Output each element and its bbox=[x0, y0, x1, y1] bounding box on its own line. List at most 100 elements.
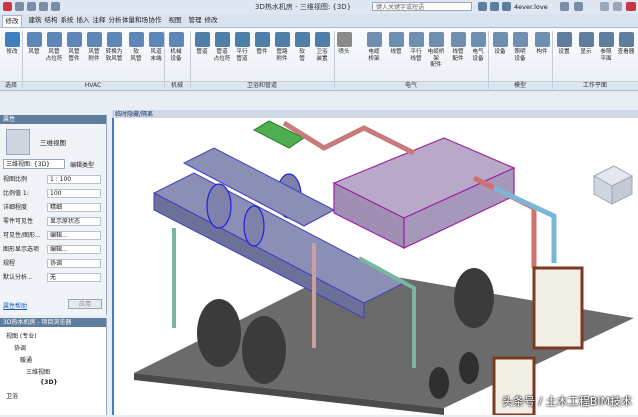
ribbon-button-label: 构件 bbox=[536, 49, 548, 55]
ribbon-button-6[interactable]: 软 风管 bbox=[126, 31, 146, 77]
pump bbox=[459, 352, 479, 384]
ribbon-button-28[interactable]: 参照 平面 bbox=[596, 31, 616, 77]
browser-tree-item[interactable]: 三维视图 bbox=[26, 367, 50, 376]
open-icon[interactable] bbox=[15, 2, 24, 11]
property-key: 图形显示选项 bbox=[3, 246, 40, 253]
star-icon[interactable] bbox=[502, 2, 511, 11]
ribbon-button-12[interactable]: 管件 bbox=[252, 31, 272, 77]
tab-8[interactable]: 协作 bbox=[146, 15, 164, 26]
3d-viewport[interactable]: 头条号 / 土木工程BIM技术 bbox=[112, 118, 638, 417]
close-icon[interactable] bbox=[626, 2, 636, 11]
property-value[interactable]: 精细 bbox=[47, 203, 101, 212]
ribbon-button-5[interactable]: 转换为 软风管 bbox=[104, 31, 124, 77]
instance-selector[interactable]: 三维视图: {3D} bbox=[3, 159, 65, 169]
ribbon-button-11[interactable]: 平行 管道 bbox=[232, 31, 252, 77]
tab-11[interactable]: 修改 bbox=[202, 15, 220, 26]
ribbon-button-2[interactable]: 风管 占位符 bbox=[44, 31, 64, 77]
ribbon-button-25[interactable]: 构件 bbox=[532, 31, 552, 77]
property-value[interactable]: 协调 bbox=[47, 259, 101, 268]
search-input[interactable]: 键入关键字或短语 bbox=[372, 2, 472, 11]
ribbon-button-16[interactable]: 喷头 bbox=[334, 31, 354, 77]
ribbon-button-8[interactable]: 机械 设备 bbox=[166, 31, 186, 77]
ribbon-button-14[interactable]: 软 管 bbox=[292, 31, 312, 77]
save-icon[interactable] bbox=[27, 2, 36, 11]
properties-help-link[interactable]: 属性帮助 bbox=[3, 301, 27, 310]
ribbon-separator bbox=[334, 31, 335, 89]
property-value[interactable]: 1 : 100 bbox=[47, 175, 101, 184]
browser-tree-item[interactable]: 协调 bbox=[14, 343, 26, 352]
ribbon-tabs: 修改建筑结构系统插入注释分析体量和场地协作视图管理修改 bbox=[0, 14, 638, 35]
property-value[interactable]: 100 bbox=[47, 189, 101, 198]
browser-tree-item[interactable]: 卫浴 bbox=[6, 391, 18, 400]
browser-tree-item[interactable]: 暖通 bbox=[20, 355, 32, 364]
property-key: 默认分析... bbox=[3, 274, 33, 281]
ribbon-button-7[interactable]: 风道 末端 bbox=[146, 31, 166, 77]
ribbon-button-label: 喷头 bbox=[338, 49, 350, 55]
ribbon-button-21[interactable]: 线管 配件 bbox=[448, 31, 468, 77]
ribbon-button-9[interactable]: 管道 bbox=[192, 31, 212, 77]
ribbon-button-27[interactable]: 显示 bbox=[576, 31, 596, 77]
property-value[interactable]: 无 bbox=[47, 273, 101, 282]
property-value[interactable]: 显示原状态 bbox=[47, 217, 101, 226]
ribbon-button-22[interactable]: 电气 设备 bbox=[468, 31, 488, 77]
user-name[interactable]: 4ever.love bbox=[514, 3, 548, 11]
settings-icon bbox=[556, 32, 572, 47]
ribbon-button-1[interactable]: 风管 bbox=[24, 31, 44, 77]
parallel-pipes-icon bbox=[234, 32, 250, 47]
help-icon[interactable] bbox=[574, 2, 583, 11]
ribbon-button-3[interactable]: 风管 管件 bbox=[64, 31, 84, 77]
ribbon-group-label: HVAC bbox=[22, 81, 164, 90]
tank bbox=[197, 299, 241, 367]
app-logo-icon[interactable] bbox=[3, 2, 12, 11]
property-row: 详细程度 精细 bbox=[3, 203, 103, 213]
electrical-equipment-icon bbox=[470, 32, 486, 47]
viewport-tab[interactable]: 临时隐藏/隔离 bbox=[112, 110, 638, 118]
ribbon-group-label: 模型 bbox=[488, 81, 552, 90]
ribbon-separator bbox=[190, 31, 191, 89]
ribbon-button-label: 管件 bbox=[256, 49, 268, 55]
green-duct bbox=[252, 120, 306, 149]
ribbon-button-label: 线管 配件 bbox=[452, 49, 464, 62]
ribbon-button-23[interactable]: 设备 bbox=[490, 31, 510, 77]
ribbon-button-19[interactable]: 平行 线管 bbox=[406, 31, 426, 77]
ribbon-button-10[interactable]: 管道 占位符 bbox=[212, 31, 232, 77]
ribbon-button-18[interactable]: 线管 bbox=[386, 31, 406, 77]
ribbon-button-label: 软 管 bbox=[299, 49, 305, 62]
ribbon-button-26[interactable]: 设置 bbox=[554, 31, 574, 77]
ribbon-button-label: 管道 占位符 bbox=[213, 49, 231, 62]
window-title: 3D热水机房 - 三维视图: {3D} bbox=[255, 3, 352, 11]
apply-button[interactable]: 应用 bbox=[68, 299, 102, 309]
communication-icon[interactable] bbox=[490, 2, 499, 11]
ribbon-button-29[interactable]: 查看器 bbox=[616, 31, 636, 77]
undo-icon[interactable] bbox=[39, 2, 48, 11]
mep-model-render[interactable] bbox=[114, 118, 638, 417]
ribbon-button-13[interactable]: 管路 附件 bbox=[272, 31, 292, 77]
tab-9[interactable]: 视图 bbox=[166, 15, 184, 26]
browser-tree-item[interactable]: 视图 (专业) bbox=[6, 331, 37, 340]
binoculars-icon[interactable] bbox=[478, 2, 487, 11]
ribbon-button-24[interactable]: 照明 设备 bbox=[510, 31, 530, 77]
ribbon-button-20[interactable]: 电缆桥架 配件 bbox=[426, 31, 446, 77]
ribbon-button-4[interactable]: 风管 附件 bbox=[84, 31, 104, 77]
property-value[interactable]: 编辑... bbox=[47, 231, 101, 240]
ribbon-button-label: 电缆 桥架 bbox=[368, 49, 380, 62]
ribbon-button-label: 机械 设备 bbox=[170, 49, 182, 62]
edit-type-button[interactable]: 编辑类型 bbox=[70, 160, 94, 169]
parallel-conduit-icon bbox=[408, 32, 424, 47]
watermark: 头条号 / 土木工程BIM技术 bbox=[502, 395, 632, 408]
maximize-icon[interactable] bbox=[613, 2, 622, 11]
ribbon-button-0[interactable]: 修改 bbox=[2, 31, 22, 77]
tab-0[interactable]: 修改 bbox=[2, 15, 22, 27]
cart-icon[interactable] bbox=[560, 2, 569, 11]
ribbon-button-17[interactable]: 电缆 桥架 bbox=[364, 31, 384, 77]
browser-tree-item[interactable]: {3D} bbox=[40, 379, 58, 386]
property-value[interactable]: 编辑... bbox=[47, 245, 101, 254]
redo-icon[interactable] bbox=[51, 2, 60, 11]
ribbon-button-15[interactable]: 卫浴 装置 bbox=[312, 31, 332, 77]
minimize-icon[interactable] bbox=[600, 2, 609, 11]
ribbon-group-label: 选择 bbox=[0, 81, 22, 90]
ribbon-button-label: 电气 设备 bbox=[472, 49, 484, 62]
ribbon-button-label: 风管 占位符 bbox=[45, 49, 63, 62]
tab-7[interactable]: 体量和场地 bbox=[122, 15, 148, 35]
ribbon-separator bbox=[552, 31, 553, 89]
